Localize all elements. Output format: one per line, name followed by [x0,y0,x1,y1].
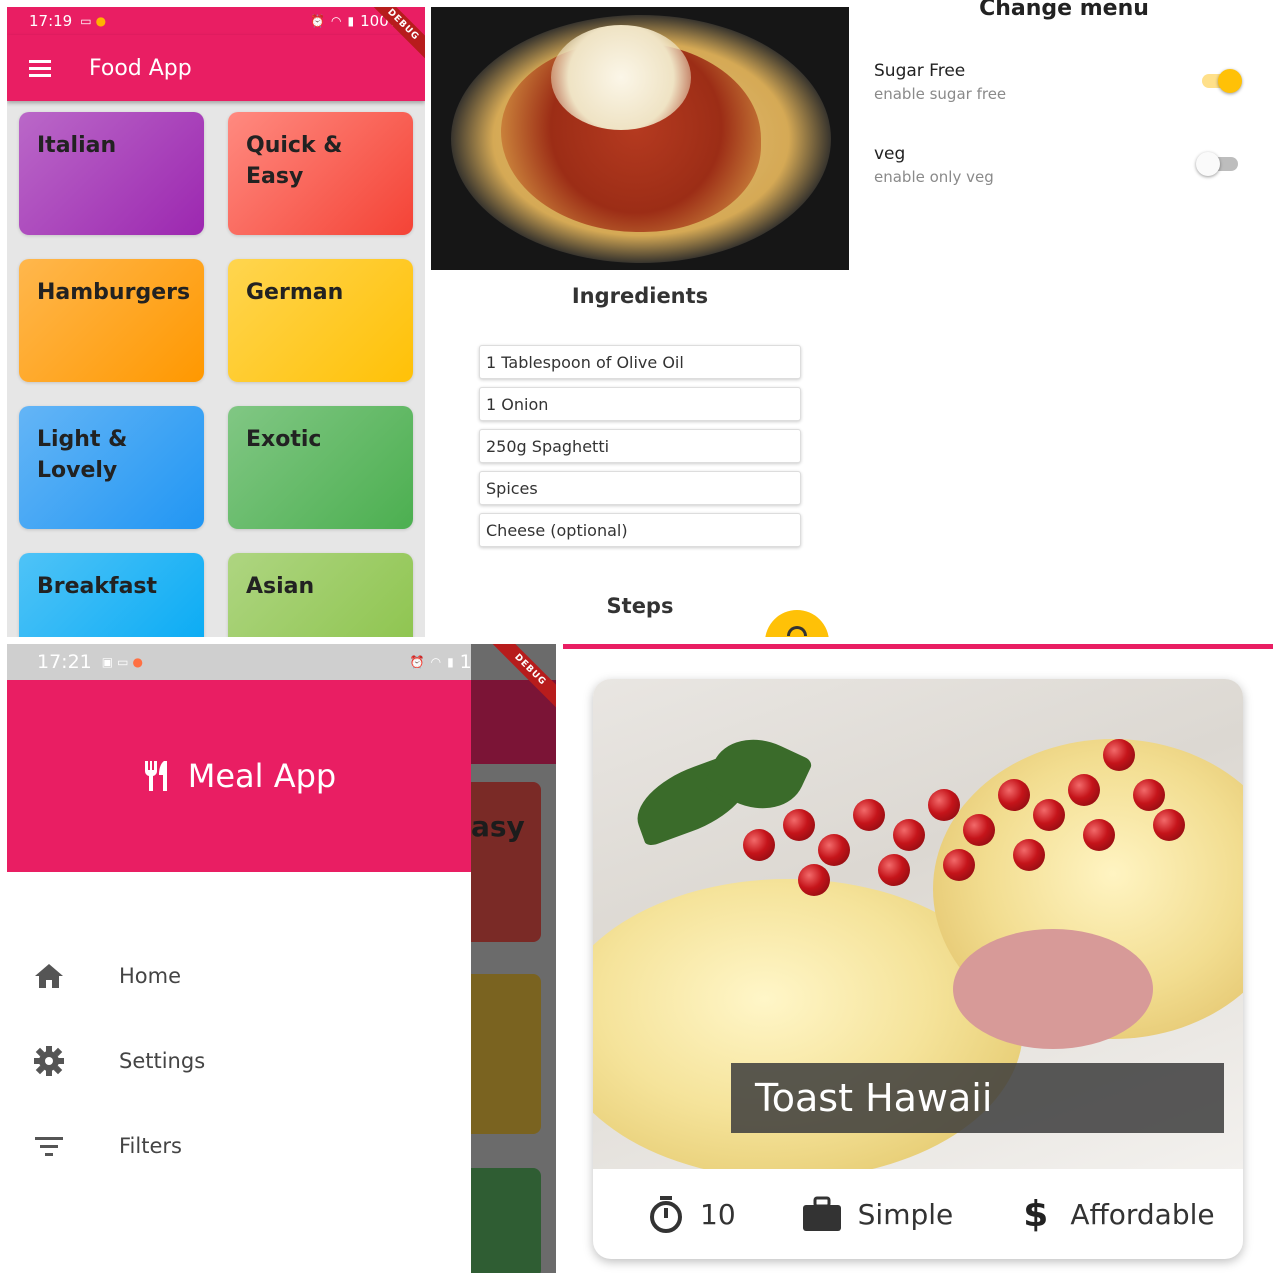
app-title: Food App [89,55,192,81]
ingredient-item: 250g Spaghetti [479,429,801,463]
category-tile[interactable]: Light & Lovely [19,406,204,529]
meal-detail-screen: Ingredients 1 Tablespoon of Olive Oil 1 … [431,7,849,637]
wifi-icon: ◠ [331,14,342,28]
meal-info-row: 10 Simple $ Affordable [593,1169,1243,1259]
ingredient-item: 1 Onion [479,387,801,421]
signal-icon: ▮ [447,655,454,669]
briefcase-icon [802,1196,841,1231]
category-tile[interactable]: Asian [228,553,413,637]
filters-title: Change menu [979,0,1149,21]
meal-card[interactable]: Toast Hawaii 10 Simple $ Affordable [593,679,1243,1259]
drawer-title: Meal App [187,757,337,795]
affordability-info: $ Affordable [1023,1193,1215,1235]
wifi-icon: ◠ [430,655,442,669]
ingredients-list: 1 Tablespoon of Olive Oil 1 Onion 250g S… [479,345,801,555]
filter-veg[interactable]: veg enable only veg [874,144,1254,186]
favorite-icon [787,626,807,636]
laptop-icon: ▭ [117,655,129,669]
category-tile[interactable]: German [228,259,413,382]
notification-icon: ● [132,655,143,669]
image-icon: ▣ [101,655,114,669]
settings-icon [34,1046,64,1076]
dollar-icon: $ [1023,1193,1049,1235]
alarm-icon: ⏰ [310,14,326,28]
restaurant-icon [144,761,167,791]
complexity-info: Simple [802,1196,953,1232]
meal-list-screen: Toast Hawaii 10 Simple $ Affordable [563,644,1273,1273]
laptop-icon: ▭ [80,14,92,28]
drawer-screen: 17:21 ▣ ▭ ● ⏰ ◠ ▮ 100% asy DEBUG Meal Ap… [7,644,556,1273]
duration-info: 10 [648,1195,736,1233]
timer-icon [650,1196,682,1233]
ingredients-heading: Ingredients [571,284,709,308]
notification-icon: ● [95,14,107,28]
alarm-icon: ⏰ [409,655,425,669]
category-tile[interactable]: Quick & Easy [228,112,413,235]
category-tile[interactable]: Breakfast [19,553,204,637]
filters-screen: Change menu Sugar Free enable sugar free… [855,0,1273,630]
meal-title: Toast Hawaii [731,1063,1224,1133]
app-bar: Food App [7,35,425,101]
status-time: 17:21 [37,651,92,673]
ingredient-item: Spices [479,471,801,505]
ingredient-item: Cheese (optional) [479,513,801,547]
category-tile[interactable]: Hamburgers [19,259,204,382]
veg-switch[interactable] [1196,152,1240,176]
food-app-screen: 17:19 ▭ ● ⏰ ◠ ▮ 100% Food App DEBUG Ital… [7,7,425,637]
menu-icon[interactable] [29,56,51,81]
status-time: 17:19 [29,12,73,30]
signal-icon: ▮ [347,14,355,28]
behind-tile-text: asy [471,810,525,843]
nav-item-settings[interactable]: Settings [7,1031,471,1091]
nav-item-filters[interactable]: Filters [7,1116,471,1176]
meal-image [431,7,849,270]
sugar-free-switch[interactable] [1200,69,1242,93]
drawer-scrim[interactable]: asy [471,644,556,1273]
home-icon [34,962,64,990]
status-bar: 17:19 ▭ ● ⏰ ◠ ▮ 100% [7,7,425,35]
category-tile[interactable]: Italian [19,112,204,235]
drawer-header: Meal App [7,680,471,872]
navigation-drawer: Meal App Home Settings Filters [7,680,471,1273]
filter-icon [34,1135,64,1157]
nav-item-home[interactable]: Home [7,946,471,1006]
filter-sugar-free[interactable]: Sugar Free enable sugar free [874,61,1254,103]
category-tile[interactable]: Exotic [228,406,413,529]
meal-image: Toast Hawaii [593,679,1243,1169]
ingredient-item: 1 Tablespoon of Olive Oil [479,345,801,379]
